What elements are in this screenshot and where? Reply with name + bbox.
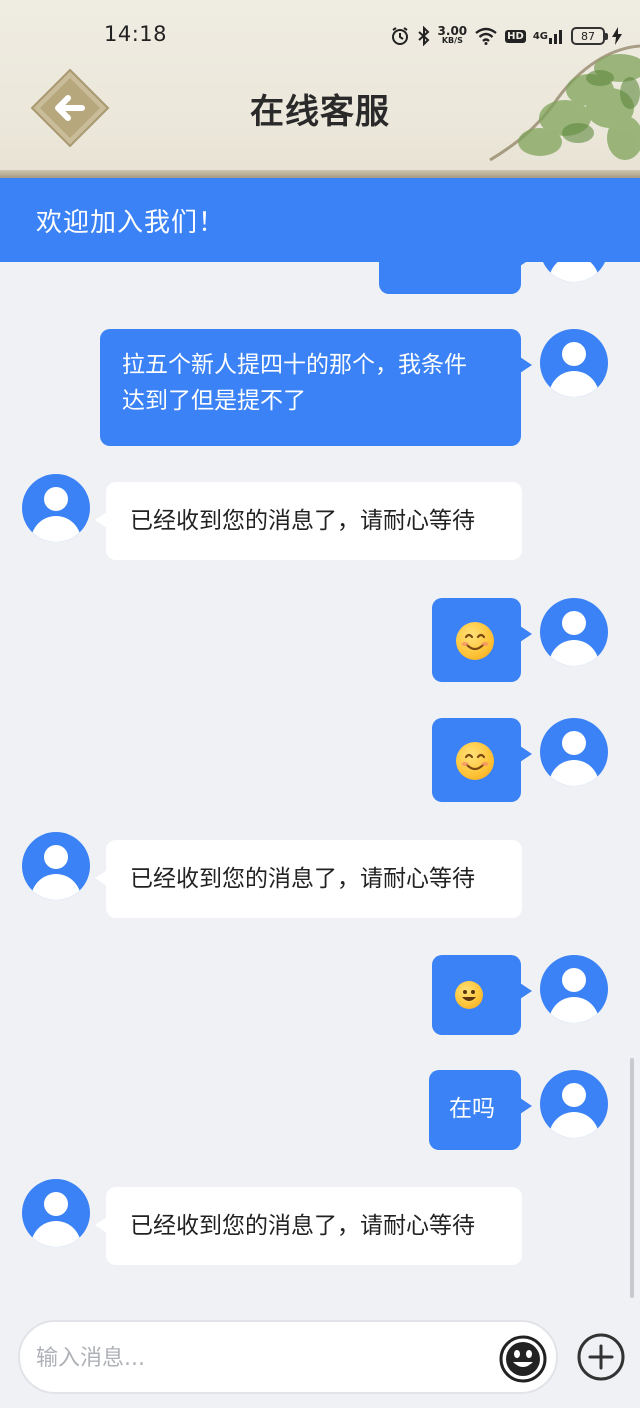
welcome-text: 欢迎加入我们！ <box>36 207 226 238</box>
emoji-button[interactable] <box>498 1334 548 1384</box>
agent-avatar <box>22 1179 90 1247</box>
status-time: 14:18 <box>104 22 168 46</box>
user-avatar <box>540 955 608 1023</box>
message-bubble-user[interactable]: 在吗 <box>429 1070 532 1150</box>
message-input-container[interactable] <box>18 1320 558 1394</box>
message-input[interactable] <box>36 1340 476 1376</box>
smiling-face-icon <box>456 742 494 780</box>
status-bar: 14:18 3.00 KB/S HD 4G 87 <box>0 18 640 54</box>
network-speed: 3.00 KB/S <box>437 24 468 45</box>
battery-level: 87 <box>581 29 595 43</box>
message-bubble-user[interactable] <box>432 955 532 1035</box>
message-text: 已经收到您的消息了，请耐心等待 <box>130 1213 475 1239</box>
message-bubble-agent[interactable]: 已经收到您的消息了，请耐心等待 <box>95 482 522 560</box>
grinning-face-icon <box>455 981 483 1009</box>
status-icons: 3.00 KB/S HD 4G 87 <box>390 22 622 50</box>
chat-messages[interactable]: 拉五个新人提四十的那个，我条件 达到了但是提不了 已经收到您的消息了，请耐心等待… <box>0 262 640 1306</box>
charging-icon <box>612 27 622 45</box>
message-text: 在吗 <box>449 1096 495 1122</box>
emoji-icon <box>499 1335 547 1383</box>
agent-avatar <box>22 832 90 900</box>
message-bubble-user[interactable] <box>432 718 532 802</box>
header-divider <box>0 170 640 178</box>
welcome-banner: 欢迎加入我们！ <box>0 178 640 262</box>
user-avatar <box>540 598 608 666</box>
message-bubble-agent[interactable]: 已经收到您的消息了，请耐心等待 <box>95 1187 522 1265</box>
plus-icon <box>577 1333 625 1381</box>
message-bubble-user[interactable] <box>379 262 532 294</box>
message-bubble-user[interactable] <box>432 598 532 682</box>
message-bubble-user[interactable]: 拉五个新人提四十的那个，我条件 达到了但是提不了 <box>100 329 532 446</box>
battery-icon: 87 <box>571 27 608 45</box>
hd-badge: HD <box>505 29 526 43</box>
alarm-icon <box>390 26 410 46</box>
message-composer <box>0 1306 640 1408</box>
message-text-line: 达到了但是提不了 <box>122 388 306 414</box>
user-avatar <box>540 262 608 282</box>
page-title: 在线客服 <box>250 92 390 132</box>
wifi-icon <box>474 27 498 45</box>
header-bar: 14:18 3.00 KB/S HD 4G 87 在线客服 <box>0 0 640 178</box>
smiling-face-icon <box>456 622 494 660</box>
user-avatar <box>540 718 608 786</box>
bluetooth-icon <box>417 26 431 46</box>
message-text: 已经收到您的消息了，请耐心等待 <box>130 508 475 534</box>
message-text-line: 拉五个新人提四十的那个，我条件 <box>122 352 467 378</box>
user-avatar <box>540 329 608 397</box>
message-text: 已经收到您的消息了，请耐心等待 <box>130 866 475 892</box>
agent-avatar <box>22 474 90 542</box>
user-avatar <box>540 1070 608 1138</box>
cellular-signal-icon: 4G <box>533 28 564 44</box>
add-attachment-button[interactable] <box>576 1332 626 1382</box>
message-bubble-agent[interactable]: 已经收到您的消息了，请耐心等待 <box>95 840 522 918</box>
chat-scrollbar[interactable] <box>630 1058 634 1298</box>
